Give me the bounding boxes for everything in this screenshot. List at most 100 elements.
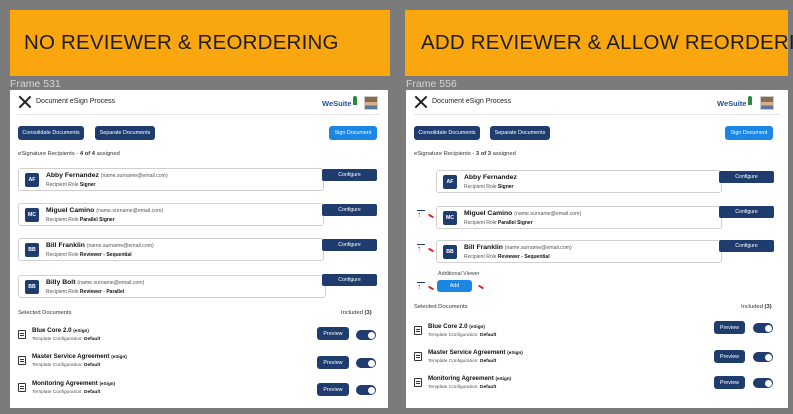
preview-button[interactable]: Preview	[317, 383, 349, 396]
document-tag: (eSign)	[73, 328, 89, 333]
avatar[interactable]	[760, 96, 774, 110]
close-icon[interactable]	[414, 95, 428, 109]
recipient-name: Abby Fernandez	[464, 174, 517, 181]
include-toggle[interactable]	[356, 358, 376, 368]
configure-button[interactable]: Configure	[322, 239, 377, 251]
close-icon[interactable]	[18, 95, 32, 109]
preview-button[interactable]: Preview	[317, 327, 349, 340]
preview-button[interactable]: Preview	[317, 356, 349, 369]
recipient-name: Billy Bolt	[46, 279, 76, 286]
recipient-name: Bill Franklin	[464, 244, 503, 251]
separate-documents-button[interactable]: Separate Documents	[490, 126, 550, 140]
configure-button[interactable]: Configure	[719, 171, 774, 183]
selected-documents-label: Selected Documents	[18, 310, 72, 316]
recipient-card: BB Bill Franklin (name.surname@email.com…	[436, 240, 722, 263]
include-toggle[interactable]	[356, 385, 376, 395]
add-viewer-button[interactable]: Add	[437, 280, 472, 292]
page-header: Document eSign Process WeSuite	[10, 90, 388, 118]
recipient-initials: AF	[443, 175, 457, 189]
recipient-role: Reviewer - Parallel	[79, 289, 125, 295]
include-toggle[interactable]	[753, 352, 773, 362]
recipient-name: Abby Fernandez	[46, 172, 99, 179]
recipients-label: eSignature Recipients	[414, 151, 471, 157]
configure-button[interactable]: Configure	[719, 206, 774, 218]
document-title-line: Monitoring Agreement (eSign)	[428, 375, 511, 382]
move-to-top-icon[interactable]	[417, 244, 425, 254]
recipient-role-label: Recipient Role	[464, 254, 497, 260]
assigned-suffix: assigned	[492, 151, 516, 157]
document-title: Blue Core 2.0	[428, 323, 468, 330]
recipient-card: AF Abby Fernandez Recipient Role Signer	[436, 170, 722, 193]
document-sub-line: Template Configuration: Default	[32, 337, 100, 342]
preview-button[interactable]: Preview	[714, 350, 745, 363]
recipient-role-label: Recipient Role	[46, 217, 79, 223]
recipient-name: Miguel Camino	[464, 210, 513, 217]
recipient-name: Miguel Camino	[46, 207, 95, 214]
avatar[interactable]	[364, 96, 378, 110]
move-to-top-icon[interactable]	[417, 210, 425, 220]
document-title: Monitoring Agreement	[32, 380, 98, 387]
move-to-top-icon[interactable]	[417, 282, 425, 292]
separate-documents-button[interactable]: Separate Documents	[95, 126, 155, 140]
recipient-card: AF Abby Fernandez (name.surname@email.co…	[18, 168, 324, 191]
consolidate-documents-button[interactable]: Consolidate Documents	[18, 126, 84, 140]
recipient-card: MC Miguel Camino (name.surname@email.com…	[436, 206, 722, 229]
recipient-name-line: Miguel Camino (name.surname@email.com)	[464, 210, 581, 217]
template-config-value: Default	[480, 385, 497, 390]
recipient-role-line: Recipient Role Reviewer - Sequential	[46, 252, 132, 258]
document-sub-line: Template Configuration: Default	[428, 333, 496, 338]
logo-leaf-icon	[748, 96, 752, 105]
document-title-line: Blue Core 2.0 (eSign)	[428, 323, 485, 330]
template-config-value: Default	[84, 363, 101, 368]
configure-button[interactable]: Configure	[322, 274, 377, 286]
drag-handle-icon[interactable]	[427, 285, 435, 291]
configure-button[interactable]: Configure	[719, 240, 774, 252]
document-icon	[414, 326, 422, 335]
banner-add-reviewer: ADD REVIEWER & ALLOW REORDERING	[405, 10, 793, 76]
drag-handle-icon[interactable]	[427, 247, 435, 253]
document-icon	[18, 356, 26, 365]
document-title: Blue Core 2.0	[32, 327, 72, 334]
recipient-name: Bill Franklin	[46, 242, 85, 249]
document-icon	[414, 352, 422, 361]
recipients-label: eSignature Recipients	[18, 151, 75, 157]
page-title: Document eSign Process	[36, 98, 115, 105]
sign-document-button[interactable]: Sign Document	[725, 126, 773, 140]
include-toggle[interactable]	[753, 323, 773, 333]
frame-label: Frame 556	[406, 78, 457, 90]
recipient-role-line: Recipient Role Signer	[46, 182, 95, 188]
included-label: Included	[341, 310, 363, 316]
recipient-name-line: Billy Bolt (name.surname@email.com)	[46, 279, 144, 286]
recipient-role-line: Recipient Role Reviewer - Sequential	[464, 254, 550, 260]
recipient-role-line: Recipient Role Parallel Signer	[464, 220, 533, 226]
frame-label: Frame 531	[10, 78, 61, 90]
document-tag: (eSign)	[469, 324, 485, 329]
preview-button[interactable]: Preview	[714, 376, 745, 389]
document-sub-line: Template Configuration: Default	[32, 363, 100, 368]
include-toggle[interactable]	[753, 378, 773, 388]
document-tag: (eSign)	[507, 350, 523, 355]
configure-button[interactable]: Configure	[322, 204, 377, 216]
recipient-role: Reviewer - Sequential	[497, 254, 550, 260]
preview-button[interactable]: Preview	[714, 321, 745, 334]
document-title-line: Monitoring Agreement (eSign)	[32, 380, 115, 387]
assigned-count: 3 of 3	[475, 151, 492, 157]
include-toggle[interactable]	[356, 330, 376, 340]
drag-handle-icon[interactable]	[477, 284, 485, 290]
consolidate-documents-button[interactable]: Consolidate Documents	[414, 126, 480, 140]
document-title-line: Blue Core 2.0 (eSign)	[32, 327, 89, 334]
sign-document-button[interactable]: Sign Document	[329, 126, 377, 140]
drag-handle-icon[interactable]	[427, 213, 435, 219]
recipient-role: Signer	[497, 184, 514, 190]
recipient-initials: MC	[443, 211, 457, 225]
wesuite-logo: WeSuite	[717, 99, 747, 108]
recipient-email: (name.surname@email.com)	[77, 280, 145, 286]
recipient-role-label: Recipient Role	[464, 220, 497, 226]
document-title-line: Master Service Agreement (eSign)	[32, 353, 127, 360]
banner-no-reviewer: NO REVIEWER & REORDERING	[10, 10, 390, 76]
document-icon	[414, 378, 422, 387]
recipient-initials: MC	[25, 208, 39, 222]
recipient-initials: BB	[25, 243, 39, 257]
configure-button[interactable]: Configure	[322, 169, 377, 181]
document-icon	[18, 330, 26, 339]
